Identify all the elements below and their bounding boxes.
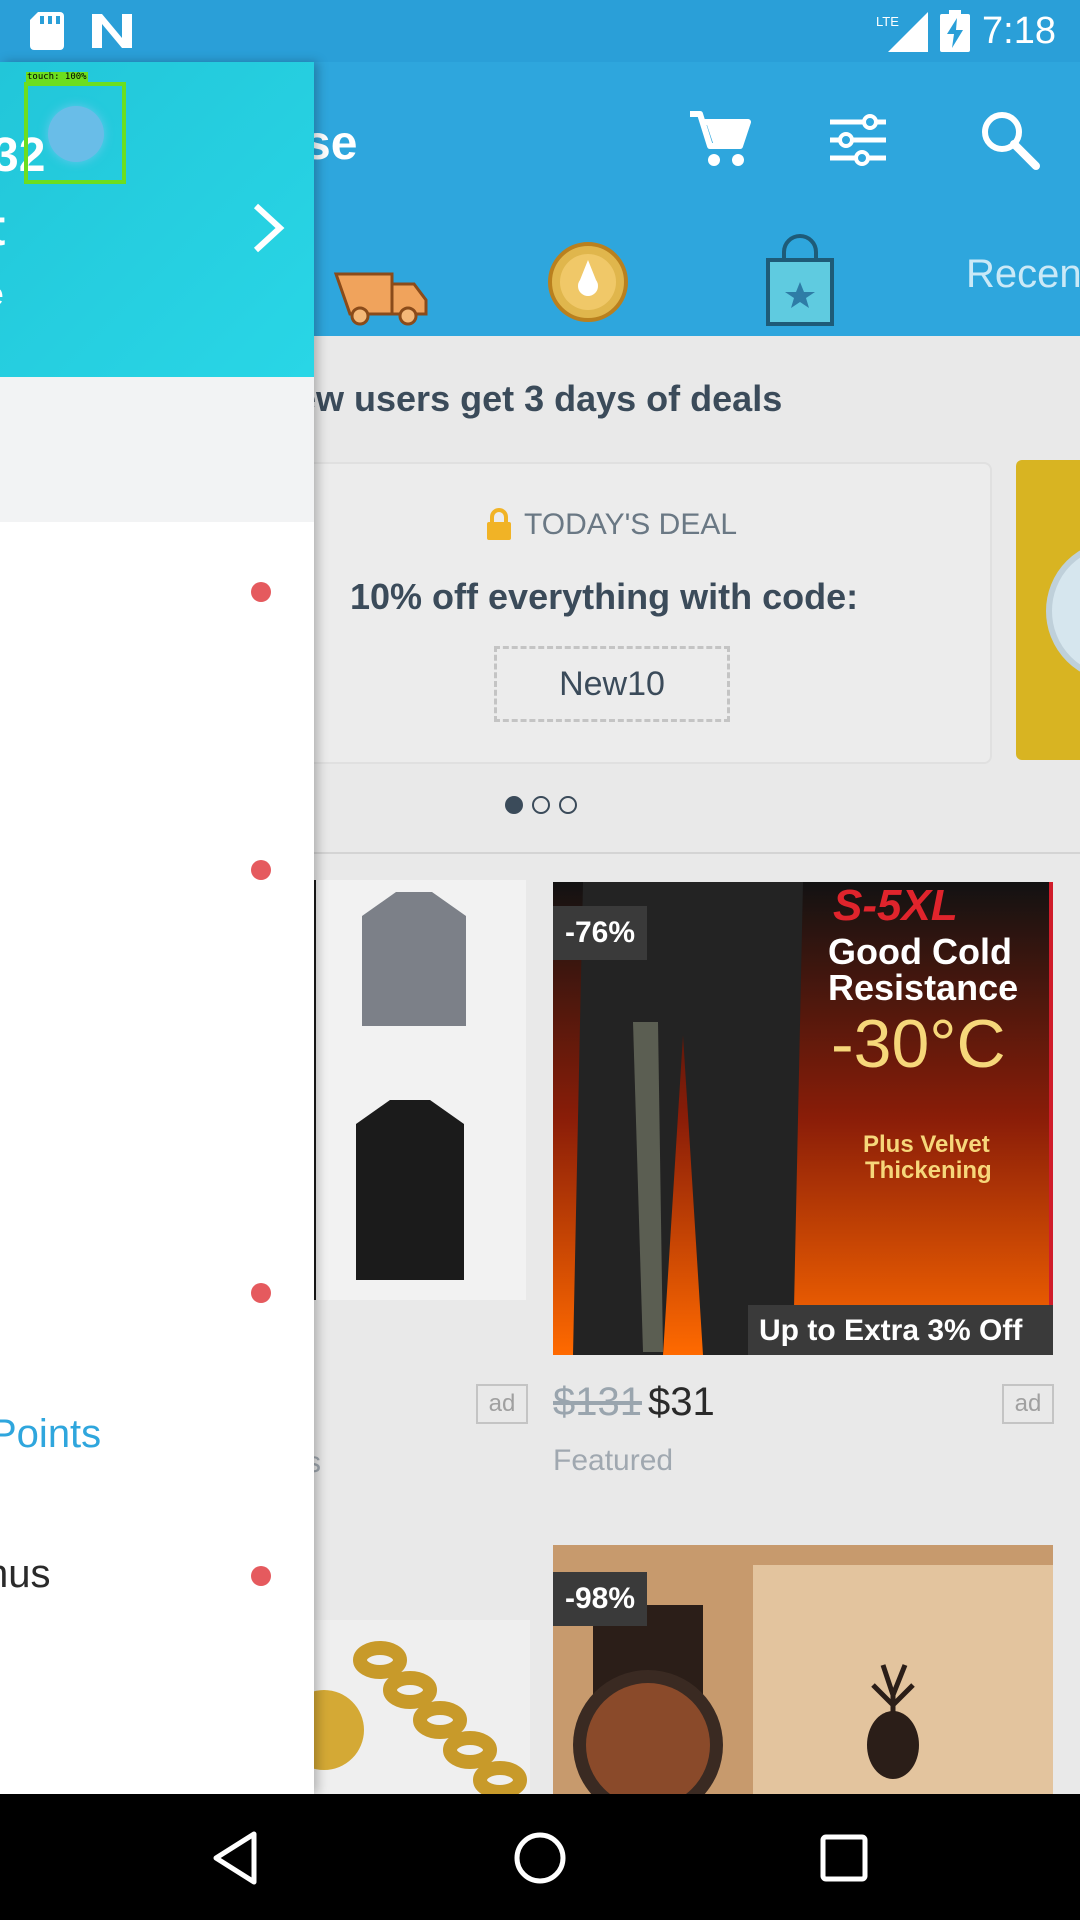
battery-charging-icon	[940, 10, 970, 52]
product-image-chain[interactable]	[300, 1620, 530, 1794]
navigation-drawer: 32 t e Points nus	[0, 62, 314, 1794]
drawer-item-bonus[interactable]: nus	[0, 1552, 51, 1597]
cart-icon[interactable]	[688, 108, 752, 172]
coin-icon[interactable]	[538, 232, 638, 332]
carousel-dot	[532, 796, 550, 814]
drawer-item-points[interactable]: Points	[0, 1412, 101, 1457]
svg-text:Thickening: Thickening	[865, 1157, 992, 1184]
bag-icon[interactable]	[750, 230, 850, 330]
search-icon[interactable]	[978, 108, 1042, 172]
drawer-section	[0, 377, 314, 522]
product-image-coats[interactable]	[300, 880, 526, 1300]
svg-text:LTE: LTE	[876, 14, 899, 29]
promo-headline: ew users get 3 days of deals	[296, 378, 783, 419]
product-tag: Featured	[553, 1444, 674, 1477]
carousel-dot	[559, 796, 577, 814]
svg-text:S-5XL: S-5XL	[833, 882, 958, 930]
notification-dot	[251, 1566, 271, 1586]
carousel-dot-active	[505, 796, 523, 814]
back-icon[interactable]	[206, 1828, 266, 1888]
discount-badge: -76%	[553, 906, 648, 960]
touch-indicator	[24, 82, 126, 184]
filter-icon[interactable]	[826, 108, 890, 172]
navigation-bar	[0, 1794, 1080, 1920]
deal-text: 10% off everything with code:	[350, 576, 859, 617]
svg-text:Good Cold: Good Cold	[828, 931, 1012, 972]
deal-code[interactable]: New10	[494, 646, 730, 722]
home-icon[interactable]	[510, 1828, 570, 1888]
status-time: 7:18	[982, 10, 1056, 52]
svg-text:-30°C: -30°C	[831, 1006, 1006, 1082]
svg-text:Resistance: Resistance	[828, 967, 1018, 1008]
lock-icon	[487, 508, 511, 540]
next-deal-card[interactable]	[1016, 460, 1080, 760]
status-bar: LTE 7:18	[0, 0, 1080, 62]
old-price: $131	[553, 1380, 642, 1424]
deal-label: TODAY'S DEAL	[524, 508, 738, 541]
lte-signal-icon: LTE	[876, 12, 928, 52]
sd-card-icon	[30, 12, 64, 50]
drawer-user-name: t	[0, 198, 5, 258]
new-price: $31	[648, 1380, 715, 1424]
touch-label: touch: 100%	[26, 72, 88, 82]
svg-text:Plus Velvet: Plus Velvet	[863, 1131, 990, 1158]
ad-badge: ad	[1002, 1384, 1054, 1424]
notification-dot	[251, 860, 271, 880]
chevron-right-icon[interactable]	[250, 202, 286, 254]
recent-apps-icon[interactable]	[814, 1828, 874, 1888]
notification-dot	[251, 1283, 271, 1303]
drawer-subtitle: e	[0, 276, 4, 313]
tab-recent[interactable]: Recen	[966, 252, 1080, 297]
truck-icon[interactable]	[330, 242, 430, 342]
n-logo-icon	[92, 14, 132, 48]
svg-text:Up to Extra 3% Off: Up to Extra 3% Off	[759, 1314, 1023, 1347]
notification-dot	[251, 582, 271, 602]
ad-badge: ad	[476, 1384, 528, 1424]
discount-badge: -98%	[553, 1572, 648, 1626]
